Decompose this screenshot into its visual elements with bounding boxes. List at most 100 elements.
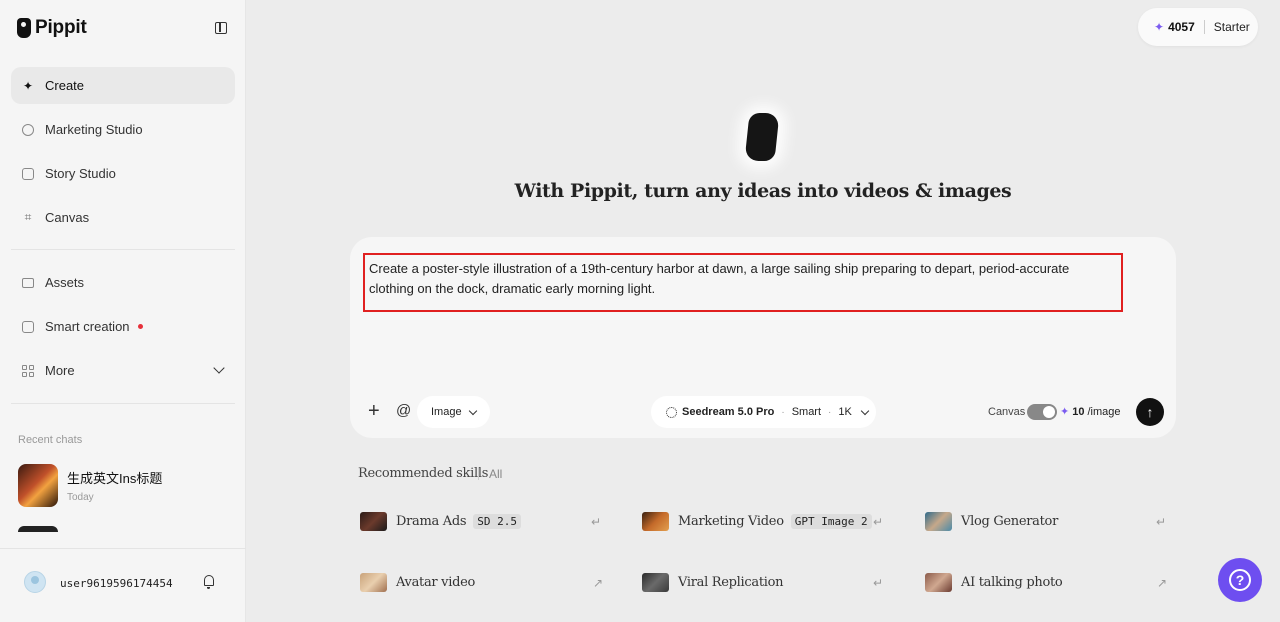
sidebar-item-label: Story Studio [45,166,116,181]
grid-icon [21,364,35,378]
chevron-down-icon [213,362,225,374]
sidebar-item-marketing-studio[interactable]: Marketing Studio [11,111,235,148]
sidebar-item-smart-creation[interactable]: Smart creation [11,308,235,345]
arrow-up-icon: ↑ [1146,404,1154,420]
sidebar-item-label: Marketing Studio [45,122,143,137]
brand-name: Pippit [35,17,87,38]
credit-count: 4057 [1168,20,1195,34]
enter-icon[interactable]: ↵ [873,515,883,529]
skill-thumbnail [360,511,387,531]
sparkle-icon: ✦ [22,78,34,93]
mode-select[interactable]: Image [417,396,490,428]
skill-thumbnail [642,572,669,592]
cost-value: 10 [1072,405,1085,418]
skill-thumbnail [925,511,952,531]
model-icon [666,406,677,418]
sidebar-item-more[interactable]: More [11,352,235,389]
add-icon[interactable]: + [368,401,380,421]
skill-thumbnail [642,511,669,531]
prompt-input[interactable]: Create a poster-style illustration of a … [363,253,1123,312]
skill-vlog-generator[interactable]: Vlog Generator [925,511,1058,531]
skill-viral-replication[interactable]: Viral Replication [642,572,784,592]
plan-name: Starter [1213,20,1250,34]
skills-all-link[interactable]: All [489,467,502,481]
hero-title: With Pippit, turn any ideas into videos … [514,180,1012,202]
bell-icon[interactable] [204,575,214,589]
skill-label: Vlog Generator [961,513,1059,529]
notification-dot [137,324,143,329]
chat-thumbnail [18,464,58,507]
chat-time: Today [67,492,94,503]
resolution-value: 1K [838,406,852,418]
sidebar-item-canvas[interactable]: ⌗ Canvas [11,199,235,236]
mention-icon[interactable]: @ [396,403,411,419]
enter-icon[interactable]: ↵ [873,576,883,590]
skill-drama-ads[interactable]: Drama Ads SD 2.5 [360,511,522,531]
generation-cost: ✦ 10 /image [1060,405,1121,419]
sidebar-item-label: Assets [45,275,85,290]
separator-dot: · [828,406,832,418]
frame-icon: ⌗ [24,210,32,224]
credits-badge[interactable]: ✦ 4057 Starter [1138,8,1258,46]
skill-label: Avatar video [396,574,476,590]
sidebar-item-label: More [45,363,75,378]
credit-star-icon: ✦ [1060,406,1070,418]
skill-ai-talking-photo[interactable]: AI talking photo [925,572,1063,592]
skill-thumbnail [360,572,387,592]
smart-box-icon [21,320,35,334]
brand-logo[interactable]: Pippit [17,17,87,39]
recent-chats-label: Recent chats [18,434,83,446]
skill-thumbnail [925,572,952,592]
canvas-toggle[interactable] [1027,404,1057,420]
model-select[interactable]: Seedream 5.0 Pro · Smart · 1K [651,396,876,428]
skill-label: Drama Ads [396,513,467,529]
skills-title: Recommended skills [358,466,489,481]
separator-dot: · [781,406,785,418]
recent-chat-item[interactable]: 生成英文Ins标题 Today [18,464,162,507]
chat-thumbnail[interactable] [18,526,58,532]
sidebar: Pippit ✦ Create Marketing Studio Story S… [0,0,246,622]
mode-value: Image [431,406,462,418]
sidebar-toggle-icon[interactable] [215,22,227,34]
username: user9619596174454 [60,577,173,590]
skills-divider [478,467,479,480]
arrow-up-right-icon[interactable]: ↗ [1157,576,1167,590]
sidebar-item-create[interactable]: ✦ Create [11,67,235,104]
avatar[interactable] [24,571,46,593]
cost-unit: /image [1087,405,1121,418]
hero-logo-icon [744,113,780,161]
skill-label: Marketing Video [678,513,784,529]
skill-label: Viral Replication [678,574,784,590]
send-button[interactable]: ↑ [1136,398,1164,426]
sidebar-item-label: Smart creation [45,319,130,334]
question-icon: ? [1229,569,1251,591]
chevron-down-icon [860,406,870,415]
prompt-card: Create a poster-style illustration of a … [350,237,1176,438]
sidebar-item-label: Create [45,78,85,93]
credit-divider [1203,20,1205,34]
play-box-icon [21,167,35,181]
skill-avatar-video[interactable]: Avatar video [360,572,475,592]
chat-title: 生成英文Ins标题 [67,471,163,486]
pippit-logo-icon [17,18,31,38]
clock-icon [21,123,35,137]
help-button[interactable]: ? [1218,558,1262,602]
model-name: Seedream 5.0 Pro [682,406,775,418]
quality-value: Smart [791,406,822,418]
skill-tag: GPT Image 2 [790,513,872,529]
enter-icon[interactable]: ↵ [591,515,601,529]
enter-icon[interactable]: ↵ [1156,515,1166,529]
canvas-toggle-label: Canvas [988,406,1026,418]
credit-star-icon: ✦ [1154,20,1165,34]
chevron-down-icon [468,406,477,415]
sidebar-divider [11,249,235,250]
skill-marketing-video[interactable]: Marketing Video GPT Image 2 [642,511,872,531]
skill-label: AI talking photo [961,574,1063,590]
skill-tag: SD 2.5 [473,513,522,529]
sidebar-item-story-studio[interactable]: Story Studio [11,155,235,192]
sidebar-item-assets[interactable]: Assets [11,264,235,301]
folder-icon [21,276,35,290]
sidebar-divider [11,403,235,404]
sidebar-item-label: Canvas [45,210,90,225]
arrow-up-right-icon[interactable]: ↗ [593,576,603,590]
